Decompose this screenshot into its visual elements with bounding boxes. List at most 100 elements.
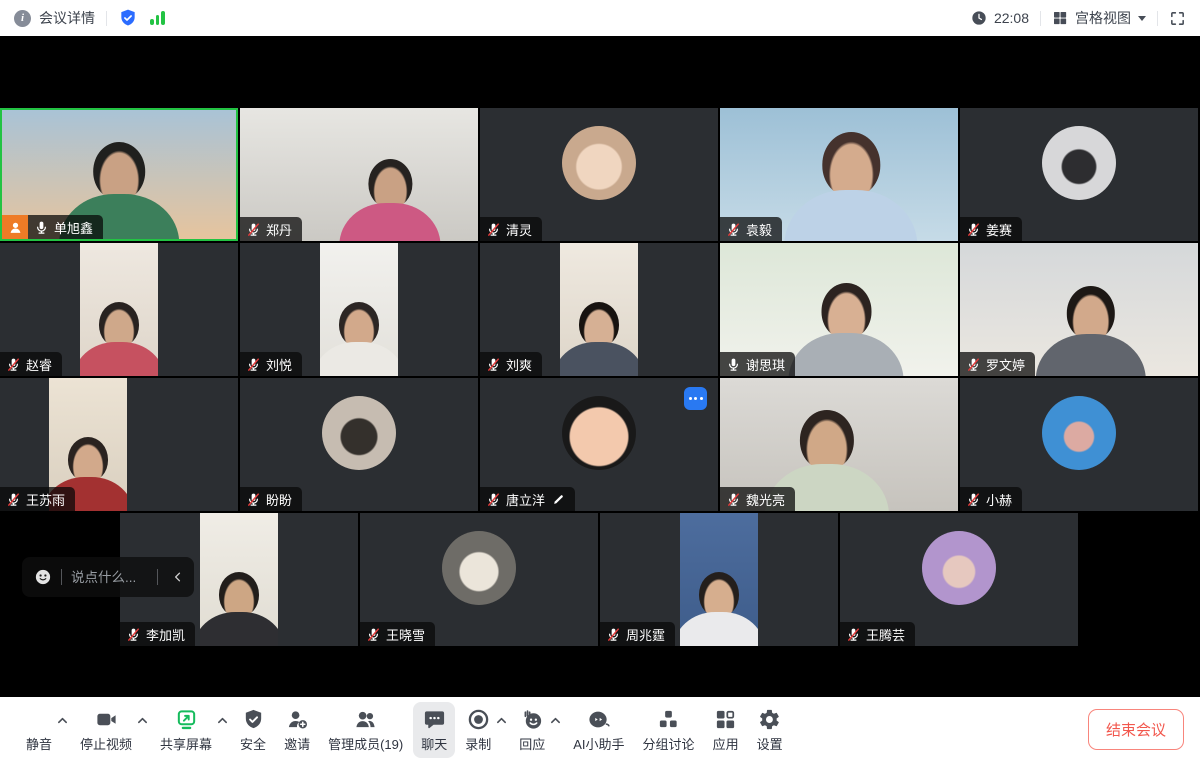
participant-tile-姜赛[interactable]: 姜赛	[960, 108, 1198, 241]
expand-caret-icon[interactable]	[137, 716, 148, 725]
host-icon	[2, 215, 28, 239]
participant-tile-清灵[interactable]: 清灵	[480, 108, 718, 241]
mic-muted-icon	[726, 222, 741, 237]
toolbar-apps[interactable]: 应用	[705, 702, 747, 758]
participant-tile-盼盼[interactable]: 盼盼	[240, 378, 478, 511]
name-badge: 刘悦	[240, 352, 302, 376]
name-badge: 小赫	[960, 487, 1022, 511]
chat-input[interactable]	[71, 570, 148, 585]
toolbar-share-screen[interactable]: 共享屏幕	[152, 702, 220, 758]
collapse-chat-icon[interactable]	[171, 570, 185, 584]
toolbar-mute[interactable]: 静音	[18, 702, 60, 758]
network-signal-icon[interactable]	[150, 11, 165, 25]
participant-tile-刘悦[interactable]: 刘悦	[240, 243, 478, 376]
participant-name: 罗文婷	[986, 355, 1025, 374]
name-badge: 单旭鑫	[2, 215, 103, 239]
mic-muted-icon	[966, 357, 981, 372]
participant-tile-赵睿[interactable]: 赵睿	[0, 243, 238, 376]
participant-tile-王苏雨[interactable]: 王苏雨	[0, 378, 238, 511]
name-badge: 唐立洋	[480, 487, 575, 511]
participant-name: 王腾芸	[866, 625, 905, 644]
expand-caret-icon[interactable]	[217, 716, 228, 725]
mic-muted-icon	[486, 357, 501, 372]
grid-view-icon[interactable]	[1052, 10, 1068, 26]
end-meeting-button[interactable]: 结束会议	[1088, 709, 1184, 750]
participant-name: 郑丹	[266, 220, 292, 239]
participant-tile-唐立洋[interactable]: 唐立洋	[480, 378, 718, 511]
participant-tile-小赫[interactable]: 小赫	[960, 378, 1198, 511]
clock-icon	[971, 10, 987, 26]
view-mode-label[interactable]: 宫格视图	[1075, 8, 1131, 28]
participant-tile-单旭鑫[interactable]: 单旭鑫	[0, 108, 238, 241]
emoji-icon[interactable]	[34, 568, 52, 586]
name-badge: 王苏雨	[0, 487, 75, 511]
security-shield-icon[interactable]	[118, 8, 138, 28]
participant-name: 盼盼	[266, 490, 292, 509]
chevron-down-icon[interactable]	[1138, 16, 1146, 21]
mic-muted-icon	[126, 627, 141, 642]
participant-name: 王晓雪	[386, 625, 425, 644]
participant-name: 谢思琪	[746, 355, 785, 374]
divider	[106, 11, 107, 26]
name-badge: 王腾芸	[840, 622, 915, 646]
toolbar-record[interactable]: 录制	[457, 702, 499, 758]
participant-tile-魏光亮[interactable]: 魏光亮	[720, 378, 958, 511]
fullscreen-icon[interactable]	[1169, 10, 1186, 27]
mic-muted-icon	[606, 627, 621, 642]
toolbar-settings[interactable]: 设置	[749, 702, 791, 758]
name-badge: 袁毅	[720, 217, 782, 241]
participant-tile-刘爽[interactable]: 刘爽	[480, 243, 718, 376]
participant-name: 王苏雨	[26, 490, 65, 509]
toolbar-security[interactable]: 安全	[232, 702, 274, 758]
toolbar-chat[interactable]: 聊天	[413, 702, 455, 758]
participant-tile-罗文婷[interactable]: 罗文婷	[960, 243, 1198, 376]
toolbar-breakout[interactable]: 分组讨论	[635, 702, 703, 758]
participant-name: 清灵	[506, 220, 532, 239]
participant-avatar	[442, 531, 516, 605]
participant-name: 赵睿	[26, 355, 52, 374]
mic-muted-icon	[486, 492, 501, 507]
mic-muted-icon	[366, 627, 381, 642]
meeting-details-link[interactable]: 会议详情	[39, 8, 95, 28]
participant-avatar	[922, 531, 996, 605]
expand-caret-icon[interactable]	[57, 716, 68, 725]
expand-caret-icon[interactable]	[550, 716, 561, 725]
participant-tile-周兆霆[interactable]: 周兆霆	[600, 513, 838, 646]
mic-on-icon	[34, 220, 49, 235]
expand-caret-icon[interactable]	[496, 716, 507, 725]
mic-muted-icon	[966, 492, 981, 507]
participant-tile-王腾芸[interactable]: 王腾芸	[840, 513, 1078, 646]
name-badge: 王晓雪	[360, 622, 435, 646]
edit-name-icon[interactable]	[552, 493, 565, 506]
mic-muted-icon	[246, 492, 261, 507]
quick-chat-bar[interactable]	[22, 557, 194, 597]
bottom-toolbar: 静音 停止视频 共享屏幕 安全 邀请 管理成员(19) 聊天 录制 回应 AI小…	[0, 697, 1200, 762]
toolbar-stop-video[interactable]: 停止视频	[72, 702, 140, 758]
participant-name: 魏光亮	[746, 490, 785, 509]
participant-tile-郑丹[interactable]: 郑丹	[240, 108, 478, 241]
participant-avatar	[1042, 396, 1116, 470]
meeting-window: i 会议详情 22:08 宫格视图	[0, 0, 1200, 762]
participant-avatar	[1042, 126, 1116, 200]
name-badge: 罗文婷	[960, 352, 1035, 376]
more-options-button[interactable]	[684, 387, 707, 410]
toolbar-manage-members[interactable]: 管理成员(19)	[320, 702, 411, 758]
toolbar-invite[interactable]: 邀请	[276, 702, 318, 758]
participant-tile-王晓雪[interactable]: 王晓雪	[360, 513, 598, 646]
toolbar-reactions[interactable]: 回应	[511, 702, 553, 758]
name-badge: 郑丹	[240, 217, 302, 241]
name-badge: 姜赛	[960, 217, 1022, 241]
name-badge: 魏光亮	[720, 487, 795, 511]
mic-muted-icon	[486, 222, 501, 237]
participant-name: 唐立洋	[506, 490, 545, 509]
participant-tile-谢思琪[interactable]: 谢思琪	[720, 243, 958, 376]
divider	[61, 569, 62, 585]
participant-tile-袁毅[interactable]: 袁毅	[720, 108, 958, 241]
meeting-info-icon[interactable]: i	[14, 10, 31, 27]
divider	[1157, 11, 1158, 26]
participant-name: 周兆霆	[626, 625, 665, 644]
participant-avatar	[322, 396, 396, 470]
mic-muted-icon	[246, 222, 261, 237]
participant-name: 李加凯	[146, 625, 185, 644]
toolbar-ai-assistant[interactable]: AI小助手	[565, 702, 632, 758]
